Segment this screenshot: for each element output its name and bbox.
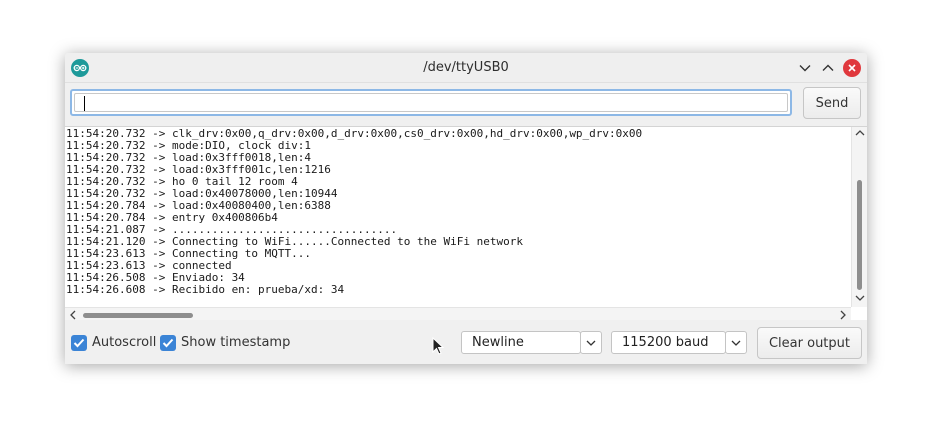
message-input-field[interactable] [74,93,788,112]
serial-monitor-window: /dev/ttyUSB0 Send 11:54:20.732 -> clk_dr… [65,53,867,364]
scroll-up-icon[interactable] [855,129,865,140]
scroll-down-icon[interactable] [855,294,865,305]
baud-rate-select[interactable]: 115200 baud [611,331,726,354]
title-bar[interactable]: /dev/ttyUSB0 [65,53,867,83]
show-timestamp-checkbox[interactable] [160,335,176,351]
horizontal-scroll-thumb[interactable] [83,313,193,318]
baud-rate-dropdown[interactable] [725,331,747,354]
line-ending-select[interactable]: Newline [461,331,581,354]
serial-output[interactable]: 11:54:20.732 -> clk_drv:0x00,q_drv:0x00,… [65,126,867,322]
vertical-scroll-thumb[interactable] [857,180,862,290]
send-button[interactable]: Send [803,87,861,119]
bottom-toolbar: Autoscroll Show timestamp Newline 115200… [65,320,867,364]
show-timestamp-label[interactable]: Show timestamp [181,334,290,352]
console-line: 11:54:26.608 -> Recibido en: prueba/xd: … [66,283,345,296]
send-row: Send [65,83,867,127]
window-title: /dev/ttyUSB0 [423,60,509,75]
maximize-icon[interactable] [819,59,837,77]
autoscroll-checkbox[interactable] [71,335,87,351]
message-input[interactable] [70,89,792,116]
vertical-scrollbar[interactable] [851,127,867,307]
line-ending-dropdown[interactable] [580,331,602,354]
autoscroll-label[interactable]: Autoscroll [92,334,156,352]
minimize-icon[interactable] [796,59,814,77]
mouse-pointer-icon [432,336,445,359]
close-icon[interactable] [843,59,861,77]
line-ending-value: Newline [472,335,524,350]
text-caret [84,96,85,111]
output-lines: 11:54:20.732 -> clk_drv:0x00,q_drv:0x00,… [66,128,642,296]
baud-rate-value: 115200 baud [622,335,709,350]
chevron-down-icon [586,340,596,346]
chevron-down-icon [731,340,741,346]
clear-output-button[interactable]: Clear output [757,327,862,359]
